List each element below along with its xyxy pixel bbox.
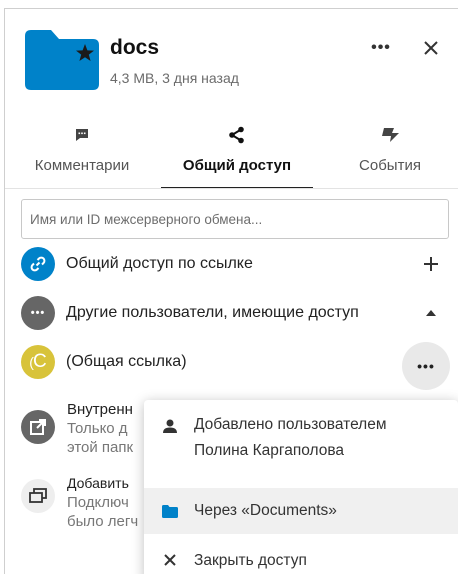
tab-label: События <box>359 157 421 174</box>
other-users-row[interactable]: ••• Другие пользователи, имеющие доступ <box>21 293 451 333</box>
link-icon <box>21 247 55 281</box>
share-icon <box>229 126 244 144</box>
dots-horizontal-icon: ••• <box>371 39 391 56</box>
user-icon <box>160 416 180 436</box>
file-title: docs <box>110 36 160 59</box>
external-link-icon <box>21 410 55 444</box>
add-project-title: Добавить <box>67 475 129 491</box>
folder-icon <box>160 501 180 521</box>
internal-link-desc-2: этой папк <box>67 439 134 456</box>
menu-item-via-folder[interactable]: Через «Documents» <box>144 488 458 534</box>
comment-icon <box>76 129 88 141</box>
menu-item-unshare[interactable]: Закрыть доступ <box>144 538 458 574</box>
file-details: 4,3 MB, 3 дня назад <box>110 70 239 86</box>
add-project-desc-2: было легч <box>67 513 139 530</box>
share-actions-menu: Добавлено пользователем Полина Каргаполо… <box>144 400 458 574</box>
triangle-up-icon <box>426 310 436 316</box>
other-users-label: Другие пользователи, имеющие доступ <box>66 304 359 321</box>
add-share-link-button[interactable] <box>417 250 445 278</box>
tabs-divider <box>5 188 458 189</box>
public-link-row: (C (Общая ссылка) <box>21 342 451 382</box>
added-by-user: Полина Каргаполова <box>194 442 345 459</box>
sidebar-panel: docs 4,3 MB, 3 дня назад ••• Комментарии <box>4 8 458 574</box>
public-link-label: (Общая ссылка) <box>66 353 187 370</box>
share-link-label: Общий доступ по ссылке <box>66 255 253 272</box>
share-link-row: Общий доступ по ссылке <box>21 244 451 284</box>
internal-link-desc-1: Только д <box>67 420 128 437</box>
via-folder-label: Через «Documents» <box>194 502 337 519</box>
plus-icon <box>424 257 438 271</box>
tab-comments[interactable]: Комментарии <box>19 123 145 189</box>
tab-label: Общий доступ <box>182 157 292 174</box>
internal-link-title: Внутренн <box>67 401 133 418</box>
share-with-input[interactable] <box>21 199 449 239</box>
close-button[interactable] <box>416 33 446 63</box>
add-project-desc-1: Подключ <box>67 494 129 511</box>
projects-icon <box>21 479 55 513</box>
activity-icon <box>382 128 399 142</box>
close-icon <box>424 41 438 55</box>
unshare-label: Закрыть доступ <box>194 552 307 569</box>
tab-label: Комментарии <box>34 157 130 174</box>
folder-icon <box>25 30 99 90</box>
close-icon <box>160 550 180 570</box>
added-by-label: Добавлено пользователем <box>194 416 387 433</box>
dots-horizontal-icon: ••• <box>21 296 55 330</box>
more-actions-button[interactable]: ••• <box>366 33 396 63</box>
tab-activity[interactable]: События <box>335 123 445 189</box>
tab-sharing[interactable]: Общий доступ <box>161 123 313 189</box>
menu-item-added-by: Добавлено пользователем Полина Каргаполо… <box>144 400 458 480</box>
public-link-menu-button[interactable]: ••• <box>402 342 450 390</box>
avatar: (C <box>21 345 55 379</box>
dots-horizontal-icon: ••• <box>417 358 435 374</box>
collapse-button[interactable] <box>417 299 445 327</box>
